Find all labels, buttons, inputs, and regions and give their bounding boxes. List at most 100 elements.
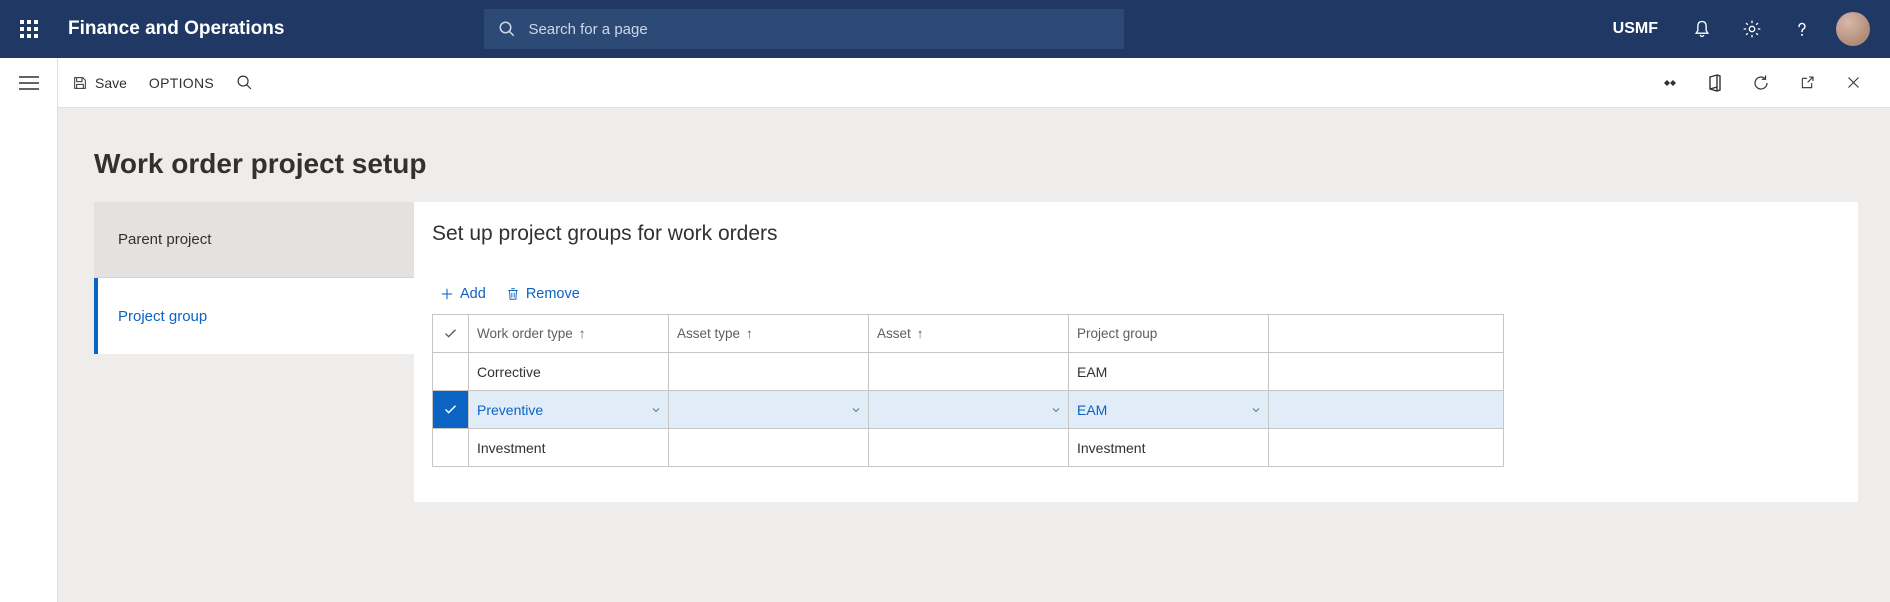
settings-button[interactable] xyxy=(1728,0,1776,58)
tab-parent-project[interactable]: Parent project xyxy=(94,202,414,278)
tab-project-group[interactable]: Project group xyxy=(94,278,414,354)
diamond-icon xyxy=(1659,76,1679,90)
cell-asset[interactable] xyxy=(869,391,1069,429)
cell-text: EAM xyxy=(1077,402,1107,418)
cell-spacer xyxy=(1269,391,1503,429)
save-icon xyxy=(72,75,88,91)
tab-label: Parent project xyxy=(118,231,211,248)
question-icon xyxy=(1792,19,1812,39)
options-label: OPTIONS xyxy=(149,75,214,91)
grid-actions: Add Remove xyxy=(432,286,1840,302)
hamburger-icon xyxy=(19,76,39,90)
help-button[interactable] xyxy=(1778,0,1826,58)
page-title: Work order project setup xyxy=(94,148,1858,180)
cell-work-order-type[interactable]: Investment xyxy=(469,429,669,467)
bell-icon xyxy=(1692,19,1712,39)
cell-asset[interactable] xyxy=(869,429,1069,467)
main-content: Work order project setup Parent project … xyxy=(58,108,1890,602)
table-row[interactable]: Preventive EAM xyxy=(433,391,1503,429)
add-label: Add xyxy=(460,286,486,302)
vertical-tabs: Parent project Project group xyxy=(94,202,414,354)
col-work-order-type[interactable]: Work order type ↑ xyxy=(469,315,669,353)
options-button[interactable]: OPTIONS xyxy=(149,75,214,91)
cell-work-order-type[interactable]: Corrective xyxy=(469,353,669,391)
cell-asset-type[interactable] xyxy=(669,353,869,391)
close-button[interactable] xyxy=(1830,69,1876,97)
office-icon xyxy=(1707,74,1723,92)
col-spacer xyxy=(1269,315,1503,353)
remove-button[interactable]: Remove xyxy=(506,286,580,302)
save-label: Save xyxy=(95,75,127,91)
col-asset-type[interactable]: Asset type ↑ xyxy=(669,315,869,353)
sort-asc-icon: ↑ xyxy=(917,326,924,341)
user-avatar[interactable] xyxy=(1836,12,1870,46)
cell-asset-type[interactable] xyxy=(669,391,869,429)
cell-spacer xyxy=(1269,429,1503,467)
global-search[interactable] xyxy=(484,9,1124,49)
chevron-down-icon xyxy=(1050,404,1062,416)
office-button[interactable] xyxy=(1692,69,1738,97)
sort-asc-icon: ↑ xyxy=(746,326,753,341)
chevron-down-icon xyxy=(850,404,862,416)
actionbar: Save OPTIONS xyxy=(58,58,1890,108)
app-launcher-button[interactable] xyxy=(0,0,58,58)
cell-text: EAM xyxy=(1077,364,1107,380)
table-row[interactable]: Corrective EAM xyxy=(433,353,1503,391)
col-asset[interactable]: Asset ↑ xyxy=(869,315,1069,353)
chevron-down-icon xyxy=(650,404,662,416)
gear-icon xyxy=(1742,19,1762,39)
cell-text: Investment xyxy=(477,440,545,456)
notifications-button[interactable] xyxy=(1678,0,1726,58)
trash-icon xyxy=(506,286,520,302)
refresh-button[interactable] xyxy=(1738,69,1784,97)
topbar: Finance and Operations USMF xyxy=(0,0,1890,58)
plus-icon xyxy=(440,287,454,301)
col-label: Project group xyxy=(1077,326,1157,341)
row-checkbox[interactable] xyxy=(433,353,469,391)
col-label: Work order type xyxy=(477,326,573,341)
add-button[interactable]: Add xyxy=(440,286,486,302)
cell-text: Investment xyxy=(1077,440,1145,456)
cell-project-group[interactable]: EAM xyxy=(1069,353,1269,391)
sort-asc-icon: ↑ xyxy=(579,326,586,341)
panel-title: Set up project groups for work orders xyxy=(432,222,1840,246)
cell-asset-type[interactable] xyxy=(669,429,869,467)
chevron-down-icon xyxy=(1250,404,1262,416)
topbar-right: USMF xyxy=(1595,0,1880,58)
search-icon xyxy=(236,74,253,91)
project-group-grid: Work order type ↑ Asset type ↑ Asset ↑ xyxy=(432,314,1504,467)
cell-project-group[interactable]: EAM xyxy=(1069,391,1269,429)
popout-button[interactable] xyxy=(1784,69,1830,97)
nav-rail xyxy=(0,108,58,602)
connector-button[interactable] xyxy=(1646,69,1692,97)
grid-header: Work order type ↑ Asset type ↑ Asset ↑ xyxy=(433,315,1503,353)
save-button[interactable]: Save xyxy=(72,75,127,91)
nav-toggle-button[interactable] xyxy=(0,58,58,108)
search-input[interactable] xyxy=(528,21,1110,38)
row-checkbox[interactable] xyxy=(433,391,469,429)
table-row[interactable]: Investment Investment xyxy=(433,429,1503,467)
actionbar-row: Save OPTIONS xyxy=(0,58,1890,108)
select-all-checkbox[interactable] xyxy=(433,315,469,353)
tab-label: Project group xyxy=(118,308,207,325)
check-icon xyxy=(443,326,458,341)
content-row: Work order project setup Parent project … xyxy=(0,108,1890,602)
cell-project-group[interactable]: Investment xyxy=(1069,429,1269,467)
cell-spacer xyxy=(1269,353,1503,391)
col-label: Asset type xyxy=(677,326,740,341)
refresh-icon xyxy=(1752,74,1770,92)
app-title: Finance and Operations xyxy=(68,18,284,40)
company-selector[interactable]: USMF xyxy=(1595,20,1676,38)
waffle-icon xyxy=(20,20,38,38)
row-checkbox[interactable] xyxy=(433,429,469,467)
remove-label: Remove xyxy=(526,286,580,302)
cell-asset[interactable] xyxy=(869,353,1069,391)
cell-work-order-type[interactable]: Preventive xyxy=(469,391,669,429)
col-project-group[interactable]: Project group xyxy=(1069,315,1269,353)
actionbar-right xyxy=(1646,69,1876,97)
close-icon xyxy=(1846,75,1861,90)
search-icon xyxy=(498,20,516,38)
popout-icon xyxy=(1799,75,1815,91)
actionbar-search-button[interactable] xyxy=(236,74,253,91)
detail-panel: Set up project groups for work orders Ad… xyxy=(414,202,1858,502)
